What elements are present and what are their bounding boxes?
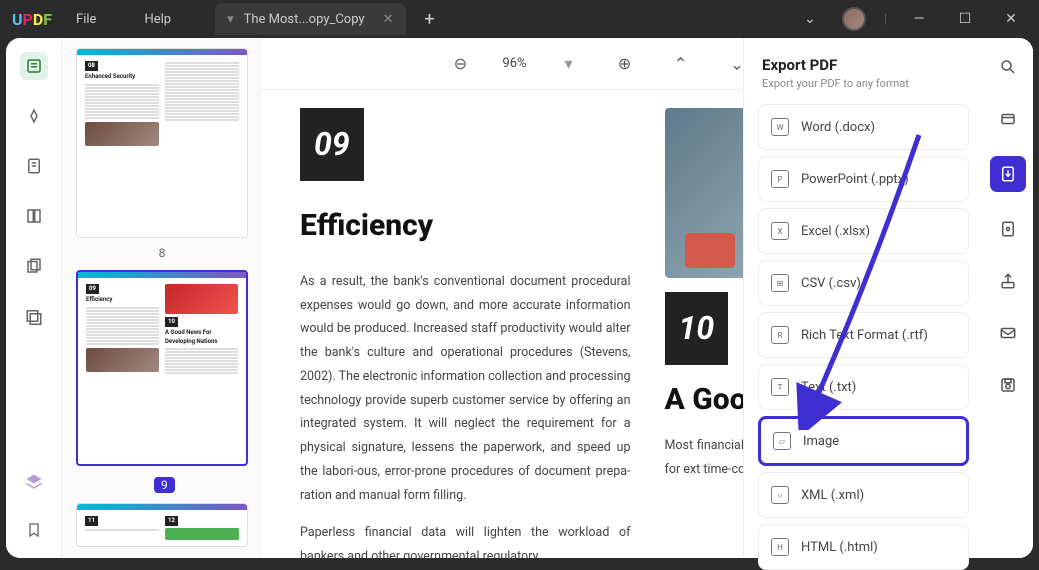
close-tab-icon[interactable]: ✕ [383,12,394,27]
export-panel-title: Export PDF [750,56,977,74]
excel-icon: X [771,222,789,240]
export-pdf-panel: Export PDF Export your PDF to any format… [743,38,983,558]
text-icon: T [771,378,789,396]
crop-tool-icon[interactable] [20,252,48,280]
prev-page-button[interactable]: ⌃ [667,50,695,78]
image-icon: ▱ [773,432,791,450]
chevron-down-icon[interactable]: ⌄ [796,11,824,27]
export-excel-option[interactable]: XExcel (.xlsx) [758,208,969,254]
organize-tool-icon[interactable] [20,202,48,230]
zoom-dropdown-icon[interactable]: ▾ [555,50,583,78]
section-number-10: 10 [665,292,729,365]
comment-tool-icon[interactable] [20,102,48,130]
share-icon[interactable] [993,266,1023,296]
new-tab-button[interactable]: + [414,9,446,30]
zoom-in-button[interactable]: ⊕ [611,50,639,78]
doc-column-left: 09 Efficiency As a result, the bank's co… [300,108,631,540]
zoom-out-button[interactable]: ⊖ [446,50,474,78]
powerpoint-icon: P [771,170,789,188]
user-avatar[interactable] [842,7,866,31]
save-icon[interactable] [993,370,1023,400]
app-logo: UPDF [12,10,52,29]
thumbnail-page-8[interactable]: 08 Enhanced Security [76,48,248,238]
page-label-8: 8 [76,246,248,260]
tab-dropdown-icon[interactable]: ▾ [227,12,234,27]
redact-tool-icon[interactable] [20,302,48,330]
ocr-icon[interactable] [993,104,1023,134]
page-label-9: 9 [154,477,175,493]
document-tab[interactable]: ▾ The Most...opy_Copy ✕ [215,3,405,35]
left-rail [6,38,62,558]
export-rtf-option[interactable]: RRich Text Format (.rtf) [758,312,969,358]
export-csv-option[interactable]: ⊞CSV (.csv) [758,260,969,306]
reader-mode-icon[interactable] [20,52,48,80]
tab-title: The Most...opy_Copy [244,12,365,27]
menu-file[interactable]: File [52,12,120,27]
xml-icon: ‹› [771,486,789,504]
email-icon[interactable] [993,318,1023,348]
section-heading-efficiency: Efficiency [300,197,631,254]
thumbnail-page-9[interactable]: 09 Efficiency 10 A Good News For Develop… [76,270,248,466]
close-window-button[interactable]: ✕ [997,11,1025,27]
csv-icon: ⊞ [771,274,789,292]
thumbnail-panel: 08 Enhanced Security 8 09 Efficiency [62,38,262,558]
rtf-icon: R [771,326,789,344]
export-html-option[interactable]: HHTML (.html) [758,524,969,570]
right-rail [983,38,1033,558]
bookmark-icon[interactable] [20,516,48,544]
layers-icon[interactable] [20,468,48,496]
html-icon: H [771,538,789,556]
export-powerpoint-option[interactable]: PPowerPoint (.pptx) [758,156,969,202]
edit-tool-icon[interactable] [20,152,48,180]
search-icon[interactable] [993,52,1023,82]
zoom-level: 96% [502,56,526,71]
export-word-option[interactable]: WWord (.docx) [758,104,969,150]
export-panel-subtitle: Export your PDF to any format [750,77,977,90]
thumbnail-page-10[interactable]: 11 12 [76,503,248,547]
minimize-button[interactable]: — [905,11,933,27]
word-icon: W [771,118,789,136]
convert-icon[interactable] [993,214,1023,244]
body-text: Paperless financial data will lighten th… [300,521,631,558]
export-pdf-icon[interactable] [990,156,1026,192]
menu-help[interactable]: Help [120,12,195,27]
maximize-button[interactable]: ☐ [951,11,979,27]
export-txt-option[interactable]: TText (.txt) [758,364,969,410]
section-number-09: 09 [300,108,364,181]
export-image-option[interactable]: ▱Image [758,416,969,466]
titlebar: UPDF File Help ▾ The Most...opy_Copy ✕ +… [0,0,1039,38]
body-text: As a result, the bank's conventional doc… [300,270,631,508]
export-xml-option[interactable]: ‹›XML (.xml) [758,472,969,518]
